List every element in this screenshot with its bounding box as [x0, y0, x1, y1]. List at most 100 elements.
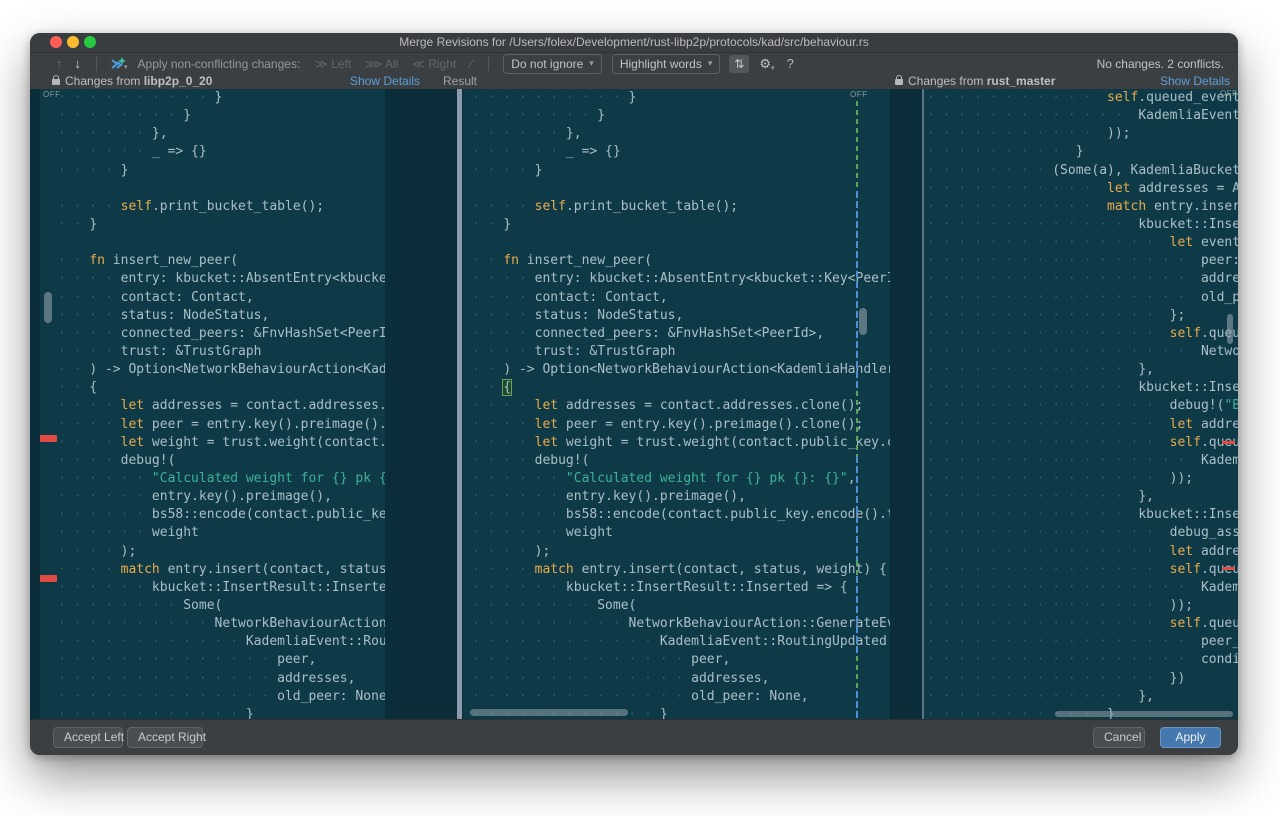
- code-line: · · · · · · bs58::encode(contact.public_…: [58, 507, 385, 523]
- code-line: · · · · · · · · · · · · · · · }): [927, 670, 1186, 686]
- code-line: · · · · · · · · · · · · · },: [927, 489, 1154, 505]
- soft-wrap-indicator: OFF: [43, 90, 61, 99]
- apply-button[interactable]: Apply: [1160, 727, 1221, 748]
- code-line: · · · · let addresses = contact.addresse…: [58, 398, 385, 414]
- code-line: · · · · · · · · · · NetworkBehaviourActi…: [58, 616, 385, 632]
- next-change-button[interactable]: ↓: [69, 56, 88, 71]
- code-line: · · · · · · · · · · · · · · peer,: [58, 652, 317, 668]
- result-editor[interactable]: · · · · · · · · · · } · · · · · · · · } · …: [463, 89, 890, 719]
- help-button[interactable]: ?: [787, 56, 794, 71]
- code-line: · · · · let addresses = contact.addresse…: [472, 398, 864, 414]
- right-show-details-link[interactable]: Show Details: [1160, 74, 1230, 89]
- merge-revisions-dialog: Merge Revisions for /Users/folex/Develop…: [30, 33, 1238, 755]
- collapse-unchanged-icon[interactable]: ⇅: [729, 54, 750, 73]
- accept-right-button[interactable]: Accept Right: [127, 727, 206, 748]
- previous-change-button[interactable]: ↑: [50, 56, 69, 71]
- apply-left-action[interactable]: ≫ Left: [315, 57, 351, 71]
- highlight-mode-dropdown[interactable]: Highlight words: [611, 53, 721, 74]
- magic-resolve-icon[interactable]: ▾: [110, 56, 128, 71]
- code-line: · · · · · · · · · · · ));: [927, 126, 1131, 142]
- code-line: · · · · · · · · · · · · · · · let addres…: [927, 543, 1238, 559]
- code-line: · · · · · · · · · }: [927, 144, 1084, 160]
- code-line: · · · · entry: kbucket::AbsentEntry<kbuc…: [58, 271, 385, 287]
- right-revision-editor[interactable]: · · · · · · · · · · · self.queued_events…: [924, 89, 1238, 719]
- code-line: · · · · · · · · · · · · · · · · · peer_i…: [927, 634, 1238, 650]
- code-line: · · · · · · · · · · · · · kbucket::Inser…: [927, 507, 1238, 523]
- right-margin-guide: [856, 89, 858, 719]
- code-line: · · · · · · },: [58, 126, 168, 142]
- code-line: · · }: [58, 216, 98, 232]
- code-line: · · · · · · · · · · · · · · · let addres…: [927, 416, 1238, 432]
- code-line: · · · · · · · · · · · · · · · · · addres…: [927, 271, 1238, 287]
- code-line: · · · · · · · · · · · · · · · · · peer: …: [927, 253, 1238, 269]
- code-line: · · · · status: NodeStatus,: [472, 307, 684, 323]
- apply-right-action[interactable]: ≪ Right: [412, 57, 456, 71]
- center-horizontal-scrollbar-thumb[interactable]: [470, 709, 628, 716]
- pane-splitter[interactable]: [457, 89, 462, 719]
- screenshot-stage: Merge Revisions for /Users/folex/Develop…: [0, 0, 1280, 816]
- code-line: · · · · · · · · · · · match entry.insert…: [927, 198, 1238, 214]
- left-code: · · · · · · · · · · } · · · · · · · · } · …: [40, 89, 385, 719]
- code-line: · · · · · · · · }: [58, 108, 192, 124]
- code-line: · · · · · · · · · · · · · · addresses,: [58, 670, 356, 686]
- code-line: · · ) -> Option<NetworkBehaviourAction<K…: [472, 362, 890, 378]
- code-line: · · · · match entry.insert(contact, stat…: [58, 561, 385, 577]
- dialog-footer: Accept Left Accept Right Cancel Apply: [30, 719, 1238, 755]
- conflict-marker: [40, 435, 57, 442]
- code-line: · · · · · · · · · · · · · · · debug!("Bu…: [927, 398, 1238, 414]
- settings-gear-icon[interactable]: ⚙: [759, 56, 774, 72]
- pane-headers-row: Changes from libp2p_0_20 Show Details Re…: [30, 74, 1238, 89]
- code-line: · · · · );: [58, 543, 137, 559]
- code-line: · · · · · · "Calculated weight for {} pk…: [58, 470, 385, 486]
- wand-dropdown-caret-icon: ▾: [124, 63, 128, 71]
- right-vertical-scrollbar-thumb[interactable]: [1227, 314, 1233, 344]
- code-line: · · · · let peer = entry.key().preimage(…: [58, 416, 385, 432]
- soft-wrap-indicator: OFF: [850, 90, 868, 99]
- code-line: · · · · self.print_bucket_table();: [58, 198, 325, 214]
- code-line: · · · · · · weight: [58, 525, 199, 541]
- code-line: · · · · · · · · }: [472, 108, 606, 124]
- result-code: · · · · · · · · · · } · · · · · · · · } · …: [463, 89, 890, 719]
- code-line: · · · · self.print_bucket_table();: [472, 198, 739, 214]
- code-line: · · · · }: [472, 162, 543, 178]
- apply-nonconflicting-label: Apply non-conflicting changes:: [137, 56, 301, 71]
- ignore-policy-dropdown[interactable]: Do not ignore: [503, 53, 602, 74]
- right-code: · · · · · · · · · · · self.queued_events…: [924, 89, 1238, 719]
- code-line: · · · · status: NodeStatus,: [58, 307, 270, 323]
- code-line: · · · · · · · · Some(: [58, 597, 223, 613]
- code-line: · · · · · · · · · · · self.queued_events…: [927, 90, 1238, 105]
- right-horizontal-scrollbar-thumb[interactable]: [1055, 711, 1233, 717]
- code-line: · · · · · · },: [472, 126, 582, 142]
- left-show-details-link[interactable]: Show Details: [350, 74, 420, 89]
- code-line: · · · · · · · · · · · · · · · debug_asse…: [927, 525, 1238, 541]
- left-revision-editor[interactable]: · · · · · · · · · · } · · · · · · · · } · …: [40, 89, 385, 719]
- cancel-button[interactable]: Cancel: [1093, 727, 1145, 748]
- code-line: · · · · · · · · · · · · · · · · · Kademl…: [927, 579, 1238, 595]
- code-line: · · · · let weight = trust.weight(contac…: [58, 434, 385, 450]
- code-line: · · · · entry: kbucket::AbsentEntry<kbuc…: [472, 271, 890, 287]
- conflict-status-text: No changes. 2 conflicts.: [1096, 56, 1224, 71]
- code-line: · · · · · · · · · · · · · · · · · old_pe…: [927, 289, 1238, 305]
- code-line: · · · · · · _ => {}: [472, 144, 621, 160]
- accept-left-button[interactable]: Accept Left: [53, 727, 124, 748]
- code-line: · · · · · · · · · · · · · kbucket::Inser…: [927, 216, 1238, 232]
- code-line: · · · · debug!(: [472, 452, 590, 468]
- toolbar-separator: [488, 56, 490, 71]
- code-line: · · ) -> Option<NetworkBehaviourAction<K…: [58, 362, 385, 378]
- code-line: · · · · · · · · · · · · }: [58, 706, 254, 719]
- resolve-simple-conflicts-icon[interactable]: ∕: [470, 57, 472, 71]
- apply-all-action[interactable]: ⋙ All: [365, 57, 398, 71]
- code-line: · · · · let weight = trust.weight(contac…: [472, 434, 890, 450]
- code-line: · · · · contact: Contact,: [58, 289, 254, 305]
- code-line: · · {: [58, 380, 98, 396]
- code-line: · · · · · · · · (Some(a), KademliaBucket…: [927, 162, 1238, 178]
- left-vertical-scrollbar-thumb[interactable]: [44, 292, 52, 323]
- code-line: · · · · · · · · · · · · · · · · · condit…: [927, 652, 1238, 668]
- center-vertical-scrollbar-thumb[interactable]: [859, 308, 867, 335]
- code-line: · · · · match entry.insert(contact, stat…: [472, 561, 887, 577]
- code-line: · · · · · · · · · · · · · · · };: [927, 307, 1186, 323]
- change-strike-marker: [1222, 567, 1235, 570]
- merge-editor-area: · · · · · · · · · · } · · · · · · · · } · …: [30, 89, 1238, 719]
